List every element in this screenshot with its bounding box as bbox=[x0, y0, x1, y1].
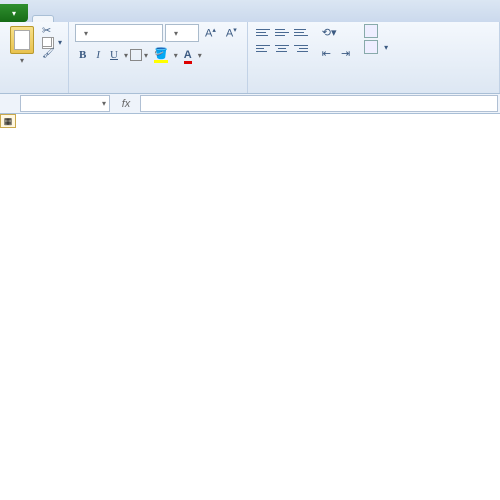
italic-button[interactable]: I bbox=[92, 47, 104, 63]
paste-icon bbox=[10, 26, 34, 54]
fx-icon[interactable]: fx bbox=[114, 94, 138, 113]
underline-button[interactable]: U bbox=[106, 47, 122, 63]
format-painter-button[interactable] bbox=[42, 48, 62, 60]
group-font: A▴ A▾ B I U▾ ▾ 🪣▾ A▾ bbox=[69, 22, 248, 93]
copy-icon bbox=[42, 37, 52, 47]
increase-indent-button[interactable]: ⇥ bbox=[337, 45, 354, 62]
tab-file[interactable]: ▾ bbox=[0, 4, 28, 22]
brush-icon bbox=[42, 48, 54, 60]
align-center-button[interactable] bbox=[273, 40, 291, 56]
group-label-alignment bbox=[254, 92, 493, 93]
wrap-text-button[interactable] bbox=[364, 24, 388, 38]
vertical-align bbox=[254, 24, 310, 40]
name-box[interactable]: ▾ bbox=[20, 95, 110, 112]
align-right-button[interactable] bbox=[292, 40, 310, 56]
shrink-font-button[interactable]: A▾ bbox=[222, 24, 241, 42]
align-top-button[interactable] bbox=[254, 24, 272, 40]
grow-font-button[interactable]: A▴ bbox=[201, 24, 220, 42]
merge-icon bbox=[364, 40, 378, 54]
group-label-font bbox=[75, 92, 241, 93]
fill-color-button[interactable]: 🪣 bbox=[150, 45, 172, 65]
chevron-down-icon bbox=[84, 28, 88, 39]
font-size-select[interactable] bbox=[165, 24, 199, 42]
decrease-indent-button[interactable]: ⇤ bbox=[318, 45, 335, 62]
align-middle-button[interactable] bbox=[273, 24, 291, 40]
bold-button[interactable]: B bbox=[75, 47, 90, 63]
group-clipboard: ▾ ▾ bbox=[0, 22, 69, 93]
chevron-down-icon: ▾ bbox=[12, 9, 16, 18]
horizontal-align bbox=[254, 40, 310, 56]
copy-button[interactable]: ▾ bbox=[42, 37, 62, 47]
scissors-icon bbox=[42, 24, 54, 36]
align-left-button[interactable] bbox=[254, 40, 272, 56]
group-alignment: ⟲▾ ⇤ ⇥ ▾ bbox=[248, 22, 500, 93]
formula-bar-row: ▾ fx bbox=[0, 94, 500, 114]
chevron-down-icon bbox=[174, 28, 178, 39]
cut-button[interactable] bbox=[42, 24, 62, 36]
ribbon: ▾ ▾ A▴ A▾ B I U▾ ▾ 🪣▾ A▾ bbox=[0, 22, 500, 94]
orientation-button[interactable]: ⟲▾ bbox=[318, 24, 354, 41]
chevron-down-icon: ▾ bbox=[20, 56, 24, 65]
font-color-button[interactable]: A bbox=[180, 47, 196, 63]
font-name-select[interactable] bbox=[75, 24, 163, 42]
chevron-down-icon: ▾ bbox=[102, 99, 106, 108]
formula-input[interactable] bbox=[140, 95, 498, 112]
bucket-icon: 🪣 bbox=[154, 47, 168, 63]
tab-home[interactable] bbox=[32, 15, 54, 22]
ribbon-tabs: ▾ bbox=[0, 0, 500, 22]
paste-button[interactable]: ▾ bbox=[6, 24, 38, 67]
align-bottom-button[interactable] bbox=[292, 24, 310, 40]
merge-center-button[interactable]: ▾ bbox=[364, 40, 388, 54]
border-button[interactable] bbox=[130, 49, 142, 61]
autofill-options-button[interactable]: ▦ bbox=[0, 114, 16, 128]
group-label-clipboard bbox=[6, 92, 62, 93]
wrap-text-icon bbox=[364, 24, 378, 38]
